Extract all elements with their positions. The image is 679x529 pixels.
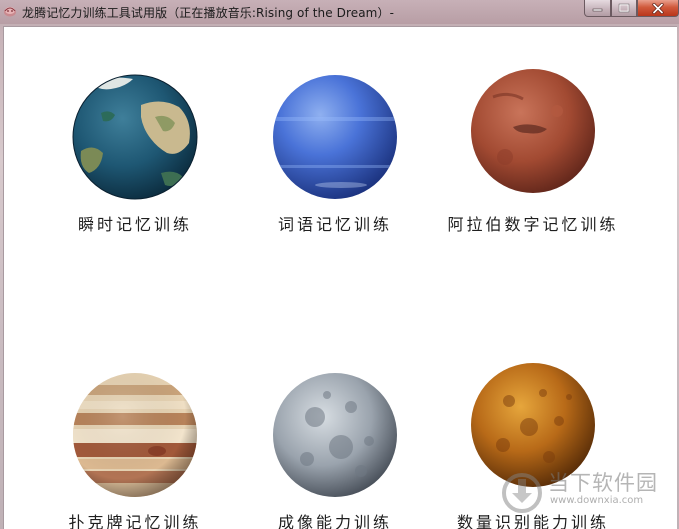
- minimize-icon: [592, 8, 603, 12]
- tile-label: 瞬时记忆训练: [77, 215, 192, 234]
- moon-planet-icon[interactable]: [271, 371, 399, 499]
- tile-label: 阿拉伯数字记忆训练: [447, 215, 619, 234]
- tile-number-memory[interactable]: 阿拉伯数字记忆训练: [433, 67, 633, 235]
- jupiter-planet-icon[interactable]: [71, 371, 199, 499]
- tile-imaging-ability[interactable]: 成像能力训练: [235, 371, 435, 529]
- close-icon: [652, 2, 664, 14]
- tile-word-memory[interactable]: 词语记忆训练: [235, 73, 435, 235]
- close-button[interactable]: [637, 0, 679, 17]
- minimize-button[interactable]: [584, 0, 611, 17]
- earth-planet-icon[interactable]: [71, 73, 199, 201]
- main-content: 瞬时记忆训练 词语记忆训练 阿拉伯数字记忆训练 扑克牌记忆训练 成像能力训练 数…: [3, 26, 677, 529]
- watermark: 当下软件园 www.downxia.com: [498, 461, 678, 521]
- maximize-button[interactable]: [611, 0, 637, 17]
- watermark-url: www.downxia.com: [550, 495, 644, 506]
- downxia-logo-icon: [502, 473, 542, 513]
- tile-label: 词语记忆训练: [277, 215, 392, 234]
- window-title: 龙腾记忆力训练工具试用版（正在播放音乐:Rising of the Dream）…: [22, 6, 394, 20]
- app-logo-icon[interactable]: [3, 4, 17, 18]
- maximize-icon: [618, 3, 630, 13]
- title-bar[interactable]: 龙腾记忆力训练工具试用版（正在播放音乐:Rising of the Dream）…: [0, 0, 679, 24]
- tile-instant-memory[interactable]: 瞬时记忆训练: [35, 73, 235, 235]
- watermark-brand: 当下软件园: [548, 471, 658, 495]
- tile-label: 成像能力训练: [277, 513, 392, 529]
- mars-planet-icon[interactable]: [469, 67, 597, 195]
- tile-label: 扑克牌记忆训练: [68, 513, 202, 529]
- neptune-planet-icon[interactable]: [271, 73, 399, 201]
- tile-poker-memory[interactable]: 扑克牌记忆训练: [35, 371, 235, 529]
- app-window: 龙腾记忆力训练工具试用版（正在播放音乐:Rising of the Dream）…: [0, 0, 679, 529]
